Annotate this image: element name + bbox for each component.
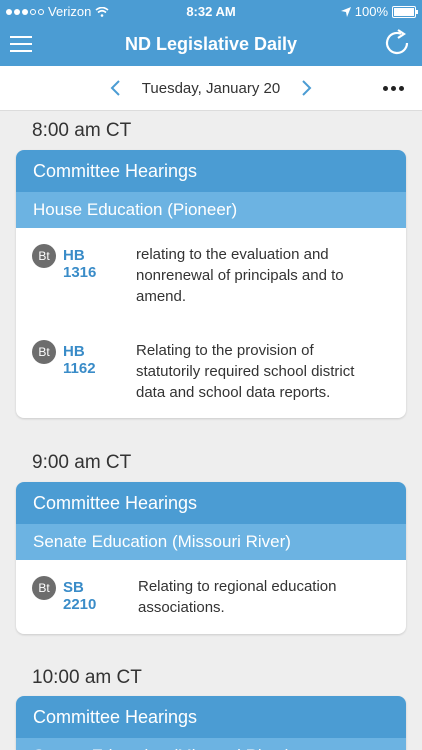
event-card: Committee Hearings House Education (Pion… [16, 150, 406, 418]
battery-area: 100% [340, 4, 418, 19]
bill-description: Relating to the provision of statutorily… [136, 342, 355, 401]
battery-percent: 100% [354, 4, 388, 19]
battery-icon [392, 5, 418, 18]
date-selector: Tuesday, January 20 [0, 66, 422, 111]
category-header: Committee Hearings [16, 696, 406, 738]
bill-type-badge: Bt [32, 340, 56, 364]
committee-header: House Education (Pioneer) [16, 192, 406, 228]
nav-bar: ND Legislative Daily [0, 22, 422, 66]
bill-description: Relating to regional education associati… [138, 578, 337, 616]
time-header: 9:00 am CT [32, 452, 132, 473]
time-header: 10:00 am CT [32, 667, 142, 688]
committee-header: Senate Education (Missouri River) [16, 524, 406, 560]
category-header: Committee Hearings [16, 482, 406, 524]
time-header: 8:00 am CT [32, 120, 132, 141]
bill-type-badge: Bt [32, 576, 56, 600]
chevron-right-icon[interactable] [294, 76, 318, 100]
status-bar: Verizon 8:32 AM 100% [0, 0, 422, 22]
category-header: Committee Hearings [16, 150, 406, 192]
location-arrow-icon [340, 6, 351, 17]
bill-number-link[interactable]: HB 1162 [63, 343, 96, 377]
page-title: ND Legislative Daily [124, 34, 298, 54]
refresh-icon[interactable] [382, 28, 412, 58]
bill-number-link[interactable]: SB 2210 [63, 579, 96, 613]
more-options-icon[interactable] [378, 78, 408, 98]
committee-header: Senate Education (Missouri River) [16, 738, 406, 750]
event-card: Committee Hearings Senate Education (Mis… [16, 482, 406, 634]
bill-type-badge: Bt [32, 244, 56, 268]
bill-number-link[interactable]: HB 1316 [63, 247, 96, 281]
current-date: Tuesday, January 20 [141, 80, 281, 97]
event-card: Committee Hearings Senate Education (Mis… [16, 696, 406, 750]
bill-description: relating to the evaluation and nonrenewa… [136, 246, 344, 305]
